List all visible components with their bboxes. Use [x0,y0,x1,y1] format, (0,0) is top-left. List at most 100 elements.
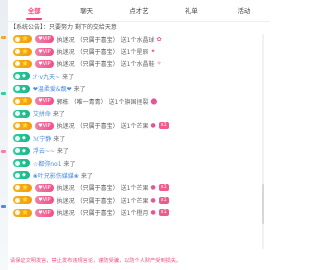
level-badge-label: ⭐ [22,98,29,105]
chat-message-row: ⭐ ♥VIP 执迷况 （只属于喜宝） 送1个水晶球 ✿ [13,34,260,44]
username-link[interactable]: 执迷况 [57,47,75,56]
level-badge: ⭐ [13,59,33,68]
level-dot-icon [15,135,20,141]
level-badge: ⭐ [13,196,33,205]
level-dot-icon [15,148,20,154]
tab-all[interactable]: 全部 [8,0,60,22]
username-link[interactable]: 艾拼命 [33,109,51,118]
username-link[interactable]: 浮云~~ [33,146,55,155]
username-link[interactable]: 执迷况 [57,35,75,44]
chat-message-row: ◆ 艾拼命 来了 [13,108,260,118]
edge-blip [1,36,6,39]
message-text: 来了 [53,135,66,143]
username-link[interactable]: 执迷况 [57,196,75,205]
tab-talent[interactable]: 点才艺 [113,0,165,22]
username-link[interactable]: 执迷况 [57,121,75,130]
chat-tabs: 全部 聊天 点才艺 礼单 活动 [8,0,270,22]
chat-message-row: ⭐ ♥VIP 执迷况 （只属于喜宝） 送1个水晶鞋 ✧ [13,59,260,69]
message-text: 来了 [62,73,75,81]
level-badge-label: ◆ [22,85,26,92]
chat-message-row: ⭐ ♥VIP 执迷况 （只属于喜宝） 送1个星辰 ✦ [13,46,260,56]
user-subtitle: （唯一青青） [70,98,107,106]
username-link[interactable]: ☆都弥no1 [33,159,62,168]
level-badge-label: ⭐ [22,197,29,204]
level-badge: ⭐ [13,183,33,192]
level-badge-label: ⭐ [22,184,29,191]
message-text: 送1个水晶鞋 [120,61,155,69]
username-link[interactable]: 执迷况 [57,59,75,68]
level-dot-icon [15,86,20,92]
level-dot-icon [15,123,20,129]
level-badge: ⭐ [13,208,33,217]
level-badge-label: ⭐ [22,209,29,216]
chat-message-row: ⭐ ♥VIP 郭栋 （唯一青青） 送1个旗国拯裂 ⬤ [13,96,260,106]
level-badge: ◆ [13,84,30,93]
edge-blip [1,205,6,208]
user-subtitle: （只属于喜宝） [76,36,119,44]
fan-badge: ♥VIP [35,59,54,68]
level-dot-icon [15,111,20,117]
crystal-shoe-icon: ✧ [156,60,162,68]
level-badge: ⭐ [13,121,33,130]
star-gift-icon: ✦ [150,48,156,56]
level-dot-icon [15,185,20,191]
scrollbar[interactable] [262,34,264,249]
message-text: 来了 [73,86,86,94]
user-subtitle: （只属于喜宝） [76,49,119,57]
user-subtitle: （只属于喜宝） [76,123,119,131]
fan-badge: ♥VIP [35,183,54,192]
user-subtitle: （只属于喜宝） [76,210,119,218]
level-badge-label: ◆ [22,135,26,142]
message-text: 送1个橙月 [120,210,149,218]
level-dot-icon [15,160,20,166]
fan-badge: ♥VIP [35,97,54,106]
user-subtitle: （只属于喜宝） [76,197,119,205]
mango-icon: ● [150,196,156,204]
tab-chat[interactable]: 聊天 [60,0,112,22]
chat-message-row: ◆ ☆都弥no1 来了 [13,158,260,168]
message-list[interactable]: ⭐ ♥VIP 执迷况 （只属于喜宝） 送1个水晶球 ✿ ⭐ ♥VIP 执迷况 （只属于喜宝） 送1个… [13,34,260,254]
message-text: 来了 [52,111,65,119]
crystal-ball-icon: ✿ [156,35,162,43]
bag-gift-icon: ⬤ [150,97,158,105]
username-link[interactable]: 执迷况 [57,208,75,217]
tab-activity[interactable]: 活动 [218,0,270,22]
chat-message-row: ⭐ ♥VIP 执迷况 （只属于喜宝） 送1个芒果 ● x1 [13,183,260,193]
chat-message-row: ◆ 浮云~~ 来了 [13,146,260,156]
chat-message-row: ◆ ℳ宁静 来了 [13,133,260,143]
gift-count-tag: x1 [158,196,169,204]
username-link[interactable]: ❤温柔爱&靓❤ [33,84,72,93]
message-text: 来了 [63,160,76,168]
level-dot-icon [15,73,20,79]
level-dot-icon [15,210,20,216]
chat-message-row: ⭐ ♥VIP 执迷况 （只属于喜宝） 送1个橙月 ● x1 [13,207,260,217]
tab-gift-list[interactable]: 礼单 [165,0,217,22]
chat-message-row: ◆ ℱ·v九天~ 来了 [13,71,260,81]
chat-message-row: ◆ ❀叶兄影伤媒媒❀ 来了 [13,170,260,180]
level-dot-icon [15,49,20,55]
level-dot-icon [15,197,20,203]
gift-count-tag: x1 [158,122,169,130]
message-text: 送1个芒果 [120,123,149,131]
username-link[interactable]: 执迷况 [57,183,75,192]
orange-moon-icon: ● [150,209,156,217]
fan-badge: ♥VIP [35,121,54,130]
fan-badge: ♥VIP [35,196,54,205]
username-link[interactable]: 郭栋 [57,97,69,106]
username-link[interactable]: ℱ·v九天~ [33,72,60,81]
message-text: 送1个星辰 [120,49,149,57]
level-badge-label: ◆ [22,160,26,167]
system-notice: 【系统公告】：只要努力 剩下的交给天意 [10,24,117,31]
level-badge: ◆ [13,109,30,118]
username-link[interactable]: ℳ宁静 [33,134,51,143]
user-subtitle: （只属于喜宝） [76,61,119,69]
scrollbar-thumb[interactable] [262,184,264,224]
level-badge-label: ⭐ [22,36,29,43]
level-dot-icon [15,172,20,178]
username-link[interactable]: ❀叶兄影伤媒媒❀ [33,171,79,180]
level-badge: ⭐ [13,35,33,44]
level-badge-label: ◆ [22,147,26,154]
level-badge-label: ⭐ [22,122,29,129]
mango-icon: ● [150,122,156,130]
mango-icon: ● [150,184,156,192]
